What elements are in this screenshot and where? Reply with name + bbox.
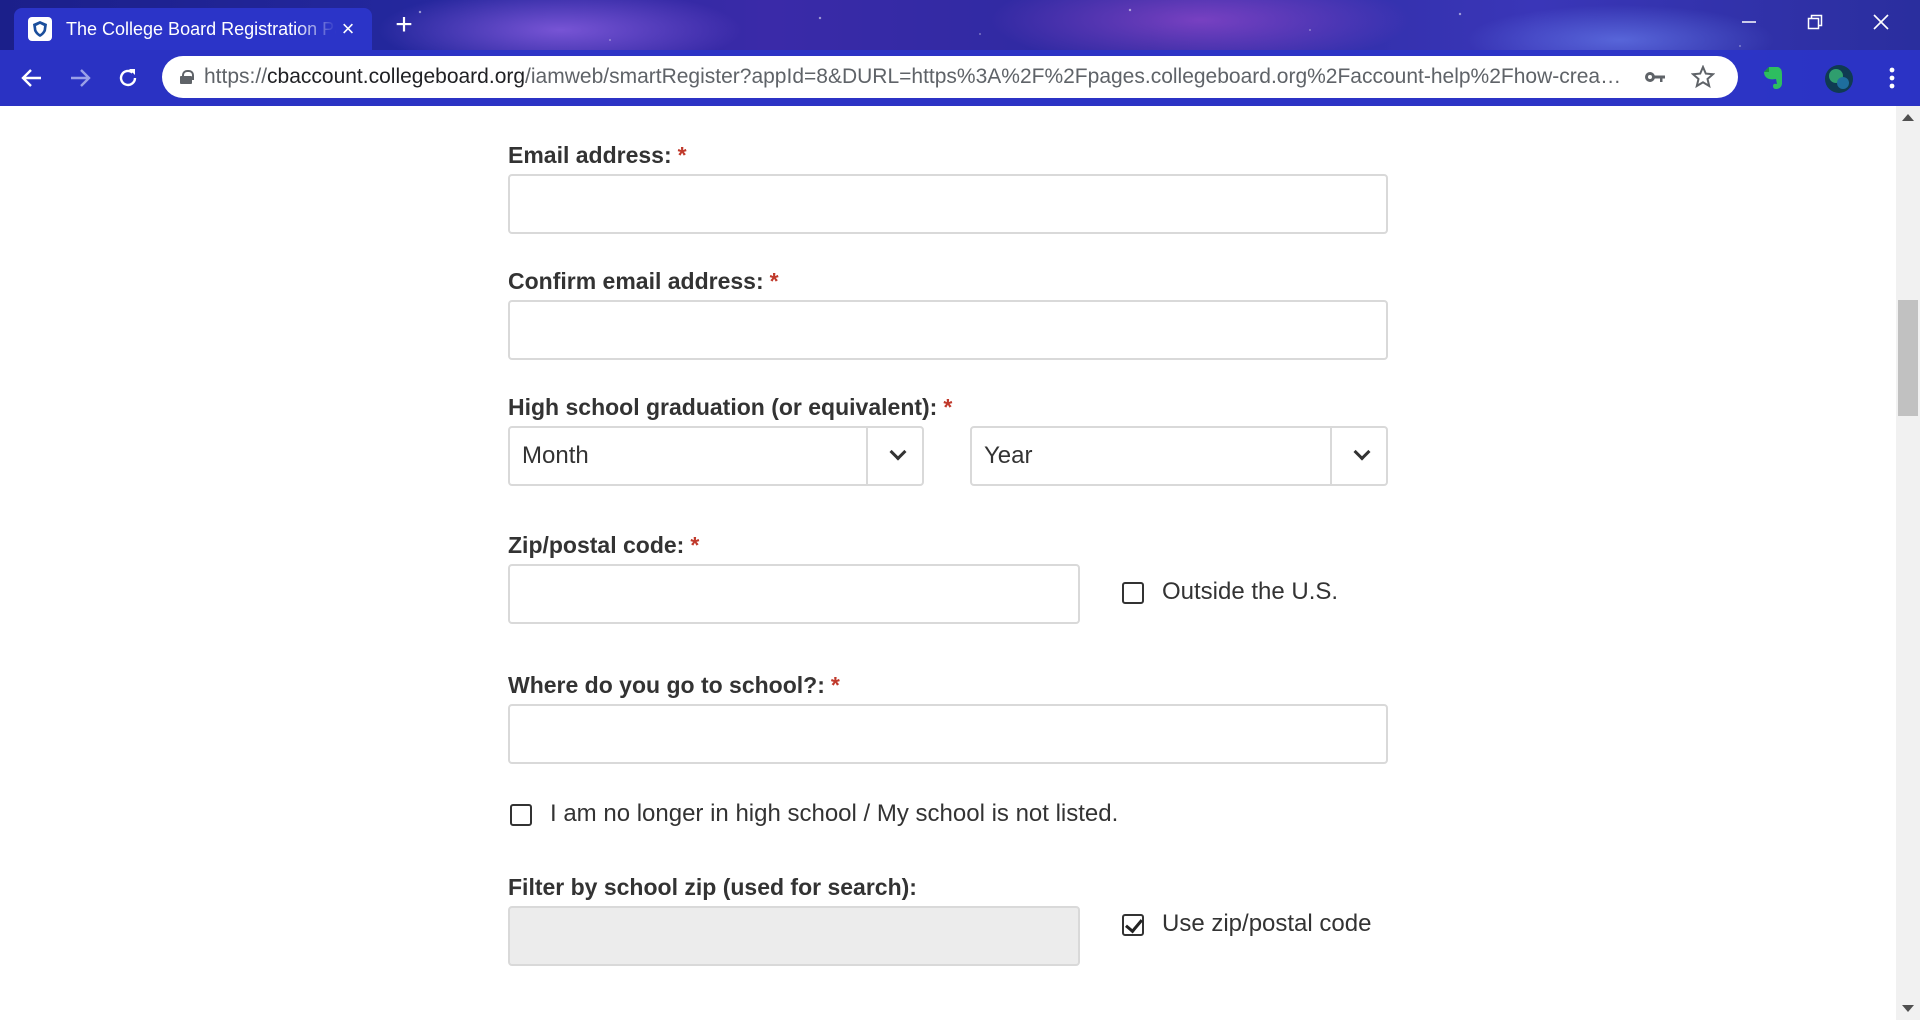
select-divider [1330, 428, 1332, 484]
url-scheme: https:// [204, 65, 268, 88]
key-icon[interactable] [1642, 64, 1668, 90]
required-marker: * [830, 672, 840, 698]
school-not-listed-checkbox[interactable] [510, 804, 532, 826]
new-tab-button[interactable]: + [386, 8, 422, 44]
outside-us-label: Outside the U.S. [1162, 578, 1339, 605]
use-zip-checkbox[interactable] [1122, 914, 1144, 936]
profile-avatar[interactable] [1824, 64, 1853, 93]
graduation-label-text: High school graduation (or equivalent): [508, 394, 938, 420]
browser-toolbar: https://cbaccount.collegeboard.org/iamwe… [0, 50, 1920, 106]
confirm-email-field[interactable] [508, 300, 1388, 360]
graduation-month-select[interactable]: Month [508, 426, 924, 486]
registration-form-page: Email address: * Confirm email address: * … [0, 106, 1896, 1020]
filter-zip-field[interactable] [508, 906, 1080, 966]
zip-label: Zip/postal code: * [508, 532, 699, 559]
email-field[interactable] [508, 174, 1388, 234]
browser-chrome: The College Board Registration Page × + … [0, 0, 1920, 106]
email-label: Email address: * [508, 142, 687, 169]
graduation-label: High school graduation (or equivalent): * [508, 394, 952, 421]
url-host: cbaccount.collegeboard.org [267, 65, 526, 88]
college-board-favicon-icon [28, 17, 52, 41]
required-marker: * [943, 394, 953, 420]
page-scrollbar[interactable] [1896, 106, 1920, 1020]
tab-title: The College Board Registration Page [66, 18, 336, 39]
url-text: https://cbaccount.collegeboard.org/iamwe… [204, 65, 1624, 89]
zip-label-text: Zip/postal code: [508, 532, 685, 558]
school-label: Where do you go to school?: * [508, 672, 840, 699]
confirm-email-label-text: Confirm email address: [508, 268, 764, 294]
select-divider [866, 428, 868, 484]
address-bar[interactable]: https://cbaccount.collegeboard.org/iamwe… [162, 56, 1738, 98]
restore-icon[interactable] [1782, 0, 1848, 44]
chevron-down-icon [889, 443, 907, 461]
outside-us-checkbox[interactable] [1122, 582, 1144, 604]
school-field[interactable] [508, 704, 1388, 764]
star-icon[interactable] [1690, 64, 1716, 90]
menu-icon[interactable] [1878, 64, 1906, 92]
required-marker: * [677, 142, 687, 168]
year-select-value: Year [984, 442, 1033, 469]
back-icon[interactable] [14, 60, 50, 96]
school-not-listed-label: I am no longer in high school / My schoo… [550, 800, 1119, 827]
chevron-down-icon [1353, 443, 1371, 461]
forward-icon[interactable] [62, 60, 98, 96]
evernote-icon[interactable] [1758, 64, 1786, 92]
reload-icon[interactable] [110, 60, 146, 96]
required-marker: * [769, 268, 779, 294]
close-window-icon[interactable] [1848, 0, 1914, 44]
lock-icon [180, 70, 194, 84]
browser-tab[interactable]: The College Board Registration Page × [14, 8, 372, 50]
zip-field[interactable] [508, 564, 1080, 624]
confirm-email-label: Confirm email address: * [508, 268, 779, 295]
school-label-text: Where do you go to school?: [508, 672, 825, 698]
graduation-year-select[interactable]: Year [970, 426, 1388, 486]
tab-close-icon[interactable]: × [336, 17, 360, 41]
url-path: /iamweb/smartRegister?appId=8&DURL=https… [525, 65, 1624, 88]
scrollbar-thumb[interactable] [1898, 300, 1918, 416]
email-label-text: Email address: [508, 142, 672, 168]
filter-zip-label: Filter by school zip (used for search): [508, 874, 917, 900]
month-select-value: Month [522, 442, 589, 469]
use-zip-label: Use zip/postal code [1162, 910, 1372, 937]
required-marker: * [690, 532, 700, 558]
minimize-icon[interactable] [1716, 0, 1782, 44]
scroll-down-icon[interactable] [1902, 1005, 1914, 1012]
scroll-up-icon[interactable] [1902, 114, 1914, 121]
